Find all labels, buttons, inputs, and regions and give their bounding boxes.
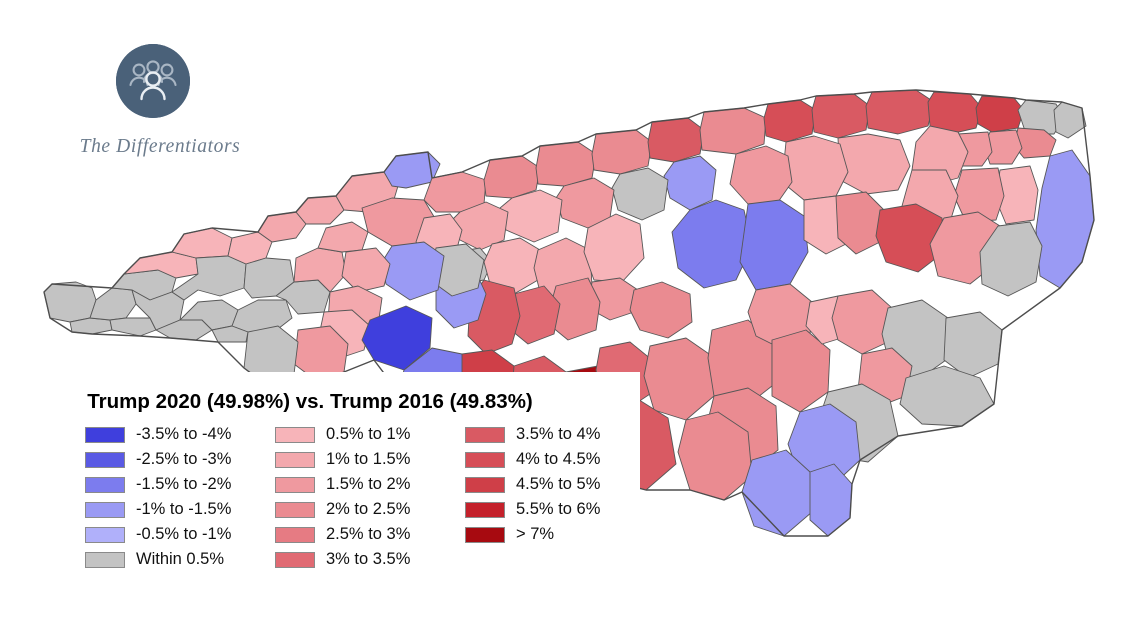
county-gates[interactable]	[975, 95, 1025, 133]
county-iredell[interactable]	[381, 241, 445, 301]
legend-swatch	[275, 501, 315, 518]
county-rockingham[interactable]	[535, 141, 597, 187]
legend-item[interactable]: 5.5% to 6%	[465, 497, 640, 522]
county-dare[interactable]	[1035, 149, 1095, 289]
legend-label: -3.5% to -4%	[136, 425, 232, 444]
county-northampton[interactable]	[865, 89, 935, 135]
county-pamlico[interactable]	[943, 311, 1003, 379]
legend-item[interactable]: -1.5% to -2%	[85, 472, 275, 497]
legend-swatch	[275, 451, 315, 468]
legend-column-2: 0.5% to 1% 1% to 1.5% 1.5% to 2% 2% to 2.5%…	[275, 422, 465, 572]
legend-columns: -3.5% to -4% -2.5% to -3% -1.5% to -2% -1% …	[85, 422, 640, 572]
legend-label: 2.5% to 3%	[326, 525, 411, 544]
legend-label: 3.5% to 4%	[516, 425, 601, 444]
legend-label: 4.5% to 5%	[516, 475, 601, 494]
county-carteret[interactable]	[899, 365, 995, 427]
county-avery[interactable]	[295, 195, 345, 225]
legend-column-3: 3.5% to 4% 4% to 4.5% 4.5% to 5% 5.5% to 6%…	[465, 422, 640, 572]
county-caswell[interactable]	[591, 129, 653, 175]
brand-logo: The Differentiators	[44, 44, 276, 174]
legend-swatch	[85, 426, 125, 443]
legend-swatch	[465, 426, 505, 443]
legend-item[interactable]: 4.5% to 5%	[465, 472, 640, 497]
county-wake[interactable]	[671, 199, 753, 289]
map-page: The Differentiators Trump 2020 (49.98%) …	[0, 0, 1136, 642]
legend-item[interactable]: 0.5% to 1%	[275, 422, 465, 447]
legend-item[interactable]: Within 0.5%	[85, 547, 275, 572]
legend-label: > 7%	[516, 525, 555, 544]
legend-label: -1% to -1.5%	[136, 500, 232, 519]
county-madison[interactable]	[171, 227, 233, 259]
county-granville[interactable]	[699, 107, 767, 155]
legend-item[interactable]: 3% to 3.5%	[275, 547, 465, 572]
legend-item[interactable]: 3.5% to 4%	[465, 422, 640, 447]
legend-swatch	[275, 526, 315, 543]
legend-item[interactable]: 1% to 1.5%	[275, 447, 465, 472]
county-newhanover[interactable]	[809, 463, 853, 537]
legend-label: 1% to 1.5%	[326, 450, 411, 469]
legend-swatch	[85, 501, 125, 518]
county-mitchell[interactable]	[257, 211, 307, 243]
county-lenoir[interactable]	[831, 289, 893, 355]
county-nash[interactable]	[781, 135, 849, 201]
legend-item[interactable]: -3.5% to -4%	[85, 422, 275, 447]
legend-label: 5.5% to 6%	[516, 500, 601, 519]
legend-swatch	[465, 501, 505, 518]
map-legend: Trump 2020 (49.98%) vs. Trump 2016 (49.8…	[40, 372, 640, 590]
county-harnett[interactable]	[629, 281, 693, 339]
county-rutherford[interactable]	[231, 299, 293, 333]
legend-item[interactable]: -0.5% to -1%	[85, 522, 275, 547]
legend-swatch	[85, 451, 125, 468]
county-clay[interactable]	[69, 317, 113, 335]
legend-item[interactable]: > 7%	[465, 522, 640, 547]
brand-name: The Differentiators	[79, 136, 241, 157]
county-durham[interactable]	[663, 155, 717, 211]
legend-item[interactable]: 4% to 4.5%	[465, 447, 640, 472]
county-alexander[interactable]	[341, 247, 391, 293]
legend-label: 3% to 3.5%	[326, 550, 411, 569]
legend-item[interactable]: 2.5% to 3%	[275, 522, 465, 547]
county-halifax[interactable]	[837, 133, 911, 195]
legend-swatch	[275, 551, 315, 568]
legend-label: -0.5% to -1%	[136, 525, 232, 544]
legend-label: Within 0.5%	[136, 550, 225, 569]
legend-title: Trump 2020 (49.98%) vs. Trump 2016 (49.8…	[87, 390, 533, 413]
legend-swatch	[465, 451, 505, 468]
county-franklin[interactable]	[729, 145, 793, 205]
county-vance[interactable]	[763, 99, 817, 143]
county-warren[interactable]	[811, 93, 871, 139]
legend-column-1: -3.5% to -4% -2.5% to -3% -1.5% to -2% -1% …	[85, 422, 275, 572]
legend-swatch	[465, 476, 505, 493]
legend-swatch	[85, 526, 125, 543]
legend-swatch	[85, 476, 125, 493]
county-cumberland[interactable]	[643, 337, 715, 421]
legend-item[interactable]: 1.5% to 2%	[275, 472, 465, 497]
county-johnston[interactable]	[739, 199, 809, 291]
legend-label: 2% to 2.5%	[326, 500, 411, 519]
county-person[interactable]	[647, 117, 705, 163]
legend-label: 0.5% to 1%	[326, 425, 411, 444]
county-graham[interactable]	[89, 287, 137, 321]
legend-swatch	[275, 426, 315, 443]
legend-label: 4% to 4.5%	[516, 450, 601, 469]
legend-swatch	[275, 476, 315, 493]
county-stokes[interactable]	[483, 155, 541, 199]
legend-item[interactable]: -2.5% to -3%	[85, 447, 275, 472]
legend-label: -2.5% to -3%	[136, 450, 232, 469]
county-macon[interactable]	[109, 317, 157, 337]
legend-swatch	[465, 526, 505, 543]
county-orange[interactable]	[611, 167, 669, 221]
legend-label: -1.5% to -2%	[136, 475, 232, 494]
people-group-icon	[116, 44, 190, 118]
county-cherokee[interactable]	[43, 281, 97, 323]
legend-swatch	[85, 551, 125, 568]
legend-item[interactable]: 2% to 2.5%	[275, 497, 465, 522]
legend-label: 1.5% to 2%	[326, 475, 411, 494]
county-watauga[interactable]	[317, 221, 369, 253]
legend-item[interactable]: -1% to -1.5%	[85, 497, 275, 522]
